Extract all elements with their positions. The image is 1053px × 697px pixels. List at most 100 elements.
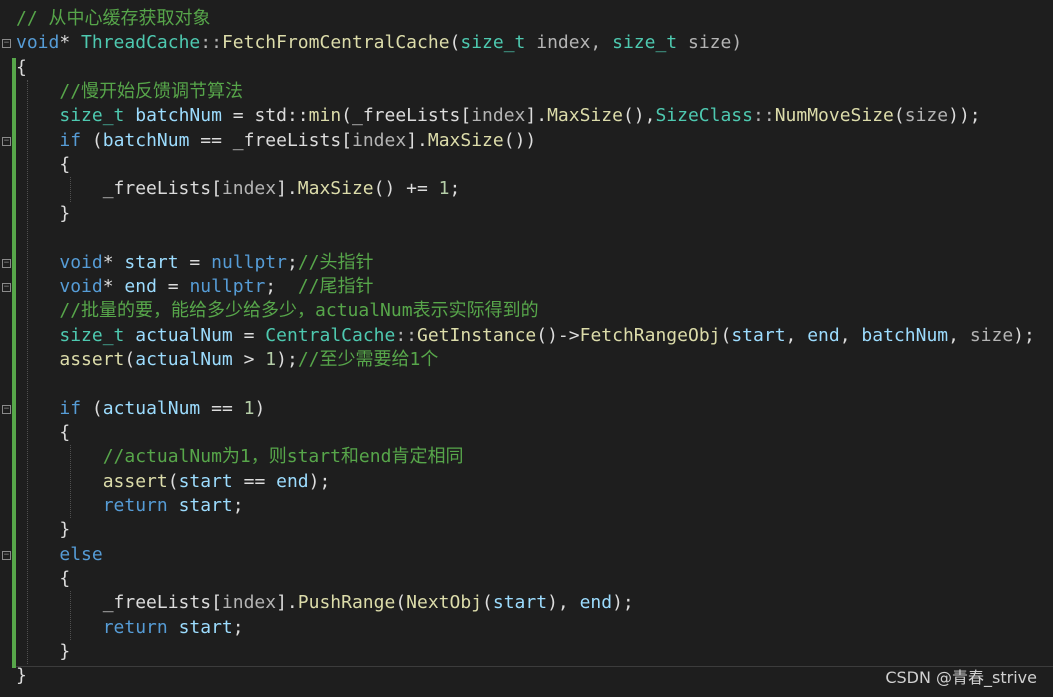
code-token-variable: end [807,324,840,346]
fold-toggle-icon[interactable]: − [2,550,11,560]
code-token-variable: start [178,470,233,492]
code-token-plain: == _freeLists[ [189,129,352,151]
code-token-member: index [471,105,526,127]
code-token-plain: { [16,568,71,590]
code-token-plain: == [232,470,277,492]
code-token-plain: * [102,275,125,297]
code-token-plain: _freeLists[ [16,178,222,200]
code-token-plain: ]. [276,178,298,200]
code-line[interactable]: { [16,421,70,445]
code-editor[interactable]: // 从中心缓存获取对象 void* ThreadCache::FetchFrom… [0,0,1053,697]
code-line[interactable]: { [16,567,70,591]
code-token-variable: start [178,616,233,638]
code-line[interactable]: size_t batchNum = std::min(_freeLists[in… [16,104,980,128]
code-token-variable: batchNum [861,324,949,346]
code-token-plain: ]. [525,105,548,127]
code-line[interactable]: void* end = nullptr; //尾指针 [16,275,373,299]
code-token-keyword: void [16,32,60,54]
code-line[interactable]: void* start = nullptr;//头指针 [16,251,373,275]
code-token-member: :: [395,324,418,346]
code-token-function: NextObj [406,592,483,614]
code-token-plain: } [16,519,71,541]
code-token-variable: start [492,592,548,614]
code-token-plain: * [59,32,82,54]
code-token-plain: (), [622,105,656,127]
code-token-plain: ( [395,592,407,614]
code-token-plain: ]. [406,129,428,151]
code-line[interactable]: _freeLists[index].PushRange(NextObj(star… [16,591,634,615]
code-line[interactable]: else [16,543,102,567]
code-line[interactable]: //actualNum为1，则start和end肯定相同 [16,445,464,469]
code-token-plain: } [16,665,27,687]
code-line[interactable]: _freeLists[index].MaxSize() += 1; [16,177,461,201]
code-token-plain: ); [276,348,298,370]
code-line[interactable]: if (batchNum == _freeLists[index].MaxSiz… [16,129,536,153]
code-token-variable: end [579,592,613,614]
code-token-type: size_t [612,32,678,54]
code-token-function: assert [102,470,168,492]
code-token-keyword: void [59,251,103,273]
code-token-plain: ( [167,470,179,492]
code-line[interactable]: void* ThreadCache::FetchFromCentralCache… [16,31,742,55]
code-line[interactable]: // 从中心缓存获取对象 [16,7,211,31]
code-token-plain: ; [449,178,461,200]
code-token-keyword: void [59,275,103,297]
code-token-plain: { [16,154,71,176]
code-token-function: GetInstance [417,324,537,346]
fold-toggle-icon[interactable]: − [2,258,11,268]
fold-toggle-icon[interactable]: − [2,136,11,146]
fold-toggle-icon[interactable]: − [2,282,11,292]
code-token-number: 1 [265,348,277,370]
code-line[interactable]: return start; [16,494,244,518]
code-line[interactable]: assert(start == end); [16,470,331,494]
code-token-plain: = [232,324,266,346]
code-line[interactable]: assert(actualNum > 1);//至少需要给1个 [16,348,438,372]
code-token-keyword: return [102,495,168,516]
code-line[interactable]: { [16,153,70,177]
code-token-keyword: nullptr [211,251,287,273]
code-token-type: SizeClass [655,105,753,127]
code-token-variable: start [178,495,233,516]
code-line[interactable]: size_t actualNum = CentralCache::GetInst… [16,324,1035,348]
code-line[interactable]: //批量的要，能给多少给多少，actualNum表示实际得到的 [16,299,538,323]
code-token-plain: ( [720,324,732,346]
code-token-plain: { [16,56,27,78]
code-token-plain: ) [254,397,266,419]
code-token-comment: //至少需要给1个 [297,348,439,370]
code-token-comment: //actualNum为1，则start和end肯定相同 [102,446,464,468]
code-token-variable: batchNum [135,105,222,127]
code-line[interactable]: return start; [16,616,244,640]
code-token-variable: start [124,251,179,273]
code-token-plain: * [102,251,125,273]
code-token-function: FetchRangeObj [579,324,721,346]
code-token-member: size) [677,32,743,54]
code-line[interactable]: } [16,664,27,688]
code-line[interactable]: //慢开始反馈调节算法 [16,80,243,104]
code-token-member: index [352,129,407,151]
code-line[interactable]: { [16,56,27,80]
code-token-variable: actualNum [135,348,233,370]
fold-toggle-icon[interactable]: − [2,404,11,414]
code-line[interactable]: if (actualNum == 1) [16,397,265,421]
code-line[interactable]: } [16,202,70,226]
code-token-member: index, [525,32,613,54]
code-token-plain: , [839,324,862,346]
code-token-keyword: if [59,129,82,151]
code-token-variable: actualNum [135,324,233,346]
code-token-plain: > [232,348,266,370]
code-token-plain: ( [124,348,136,370]
code-line[interactable]: } [16,518,70,542]
fold-toggle-icon[interactable]: − [2,39,11,49]
code-token-plain: ( [482,592,493,614]
code-line[interactable]: } [16,640,70,664]
